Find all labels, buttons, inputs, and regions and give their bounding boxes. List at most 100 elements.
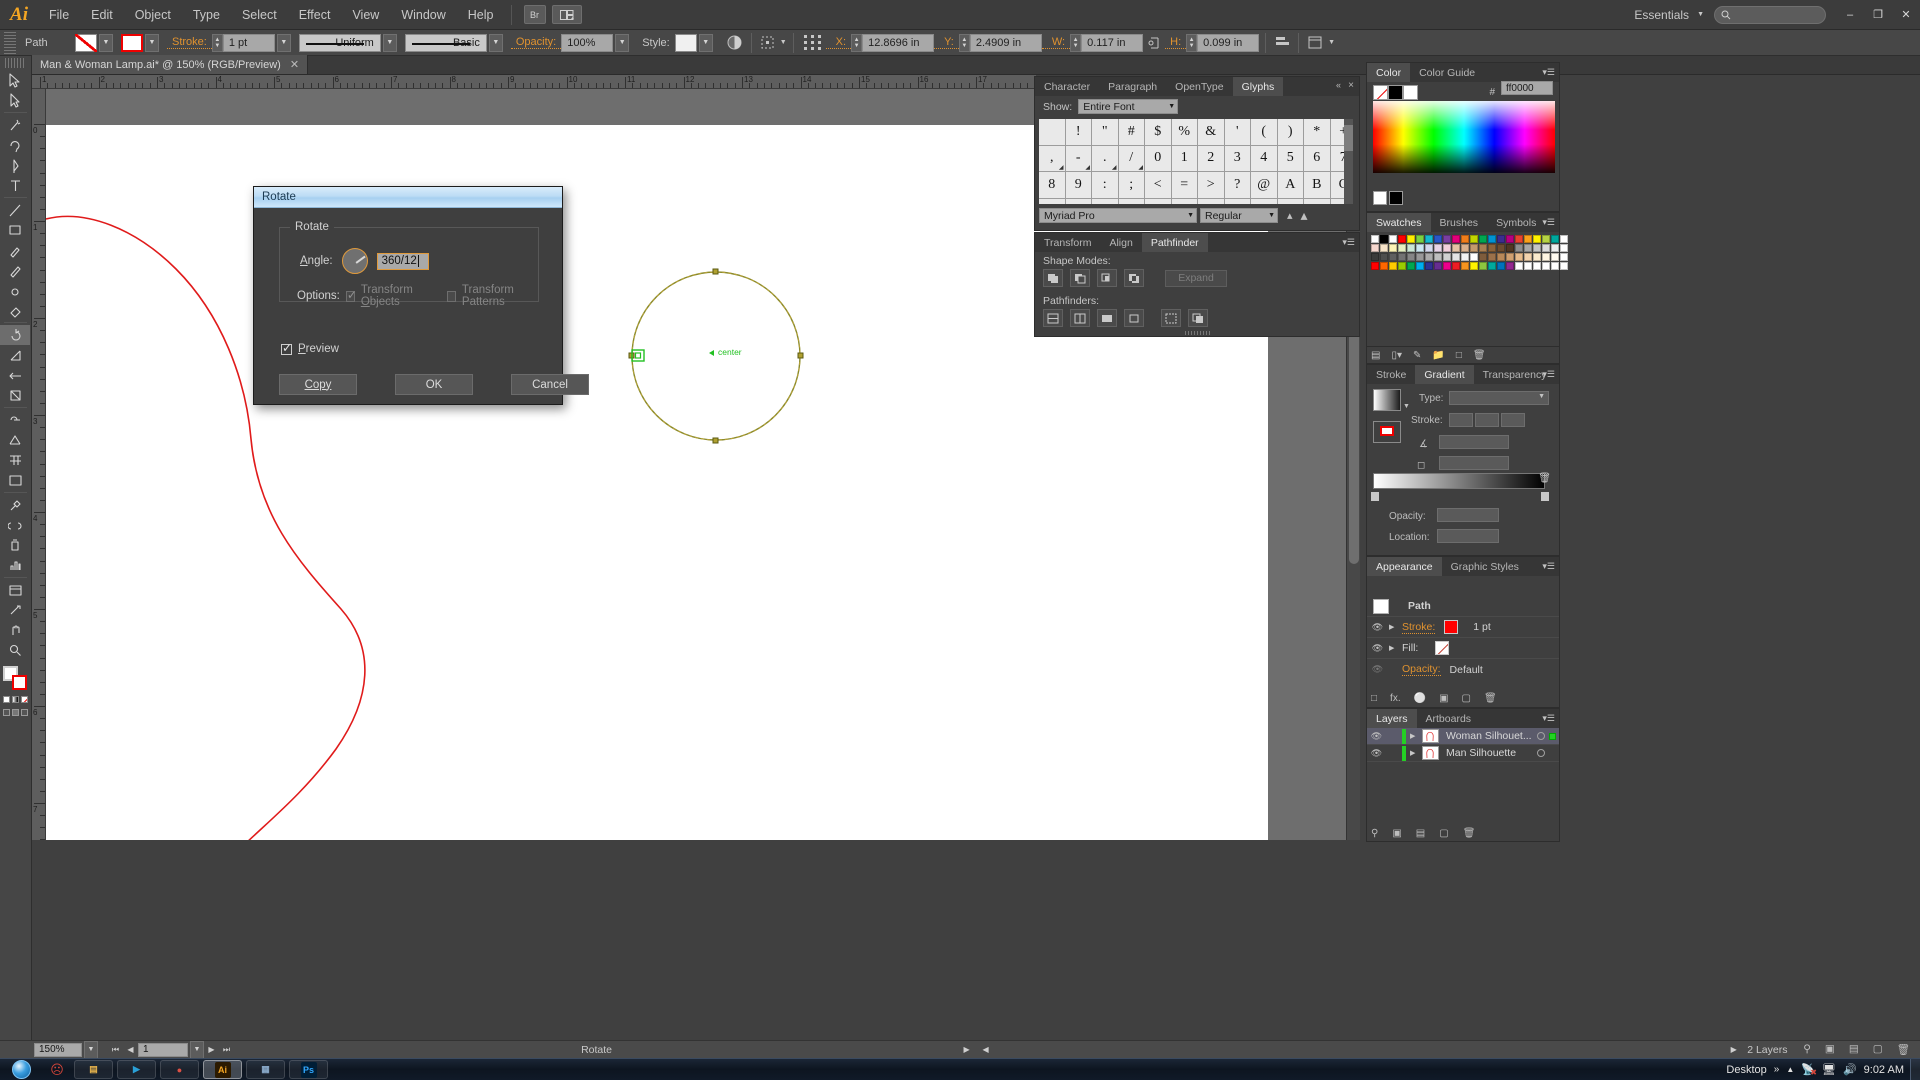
- close-icon[interactable]: ×: [1348, 80, 1354, 91]
- tab-color[interactable]: Color: [1367, 63, 1411, 82]
- chevron-down-icon[interactable]: ▼: [1697, 11, 1704, 18]
- gradient-opacity-input[interactable]: [1437, 508, 1499, 522]
- stroke-dropdown-icon[interactable]: ▼: [145, 33, 159, 52]
- color-fill-swatch[interactable]: [1388, 85, 1403, 100]
- locate-object-icon[interactable]: ⚲: [1803, 1043, 1811, 1056]
- duplicate-item-icon[interactable]: ▣: [1439, 693, 1448, 704]
- taskbar-adobe-photoshop[interactable]: Ps: [289, 1060, 328, 1079]
- fill-color-swatch[interactable]: [1435, 641, 1450, 655]
- column-graph-tool[interactable]: [0, 555, 30, 575]
- y-field[interactable]: 2.4909 in: [969, 33, 1042, 52]
- menu-effect[interactable]: Effect: [288, 0, 342, 30]
- swatch[interactable]: [1371, 262, 1379, 270]
- appearance-opacity-row[interactable]: 👁 Opacity: Default: [1367, 659, 1559, 680]
- swatches-grid[interactable]: [1371, 235, 1568, 270]
- swatch[interactable]: [1461, 244, 1469, 252]
- swatch[interactable]: [1470, 253, 1478, 261]
- previous-artboard-button[interactable]: ◀: [123, 1043, 138, 1057]
- glyph-cell[interactable]: N: [1304, 198, 1330, 204]
- expand-triangle-icon[interactable]: ▶: [1389, 623, 1397, 631]
- glyph-cell[interactable]: L: [1251, 198, 1277, 204]
- stroke-weight-field[interactable]: 1 pt: [222, 33, 275, 52]
- divide-icon[interactable]: [1043, 309, 1063, 327]
- intersect-icon[interactable]: [1097, 269, 1117, 287]
- first-artboard-button[interactable]: ⏮: [108, 1043, 123, 1057]
- status-menu-icon[interactable]: ▶: [959, 1043, 974, 1057]
- swatch[interactable]: [1524, 262, 1532, 270]
- glyph-cell[interactable]: I: [1171, 198, 1197, 204]
- glyph-cell[interactable]: 0: [1145, 145, 1171, 171]
- menu-edit[interactable]: Edit: [80, 0, 124, 30]
- minus-back-icon[interactable]: [1188, 309, 1208, 327]
- stroke-gradient-within-icon[interactable]: [1449, 413, 1473, 427]
- swatch[interactable]: [1551, 235, 1559, 243]
- ok-button[interactable]: OK: [395, 374, 473, 395]
- layer-row[interactable]: 👁 ▶ Man Silhouette: [1367, 745, 1559, 762]
- next-artboard-button[interactable]: ▶: [204, 1043, 219, 1057]
- glyph-cell[interactable]: &: [1198, 119, 1224, 145]
- preview-checkbox[interactable]: [281, 341, 292, 355]
- tab-color-guide[interactable]: Color Guide: [1410, 63, 1484, 82]
- circle-shape[interactable]: [631, 271, 801, 441]
- brush-dropdown-icon[interactable]: ▼: [488, 33, 503, 52]
- glyph-cell[interactable]: D: [1039, 198, 1065, 204]
- rotate-dialog-titlebar[interactable]: Rotate: [254, 187, 562, 208]
- new-art-icon[interactable]: ▢: [1462, 693, 1471, 704]
- swatch[interactable]: [1479, 235, 1487, 243]
- panel-menu-icon[interactable]: ▾☰: [1342, 237, 1355, 248]
- swatch[interactable]: [1380, 244, 1388, 252]
- network-icon[interactable]: 📡 ✖: [1801, 1063, 1817, 1077]
- font-style-select[interactable]: Regular ▼: [1200, 208, 1278, 223]
- swatch[interactable]: [1434, 244, 1442, 252]
- swatch[interactable]: [1506, 244, 1514, 252]
- gradient-stop-start[interactable]: [1371, 492, 1379, 501]
- gradient-slider[interactable]: [1373, 473, 1545, 489]
- zoom-level-field[interactable]: 150%: [34, 1042, 82, 1057]
- crop-icon[interactable]: [1124, 309, 1144, 327]
- swatch[interactable]: [1488, 262, 1496, 270]
- graphic-style-swatch[interactable]: [674, 33, 697, 52]
- add-new-stroke-icon[interactable]: □: [1371, 693, 1377, 704]
- create-layer-icon[interactable]: ▢: [1439, 828, 1448, 839]
- swatch[interactable]: [1488, 244, 1496, 252]
- swatch[interactable]: [1479, 262, 1487, 270]
- swatch[interactable]: [1416, 235, 1424, 243]
- swatch[interactable]: [1434, 253, 1442, 261]
- tab-opentype[interactable]: OpenType: [1166, 77, 1232, 96]
- gradient-tool[interactable]: [0, 470, 30, 490]
- swatch[interactable]: [1515, 244, 1523, 252]
- swatch[interactable]: [1371, 253, 1379, 261]
- swatch[interactable]: [1542, 235, 1550, 243]
- swatch[interactable]: [1416, 253, 1424, 261]
- expand-triangle-icon[interactable]: ▶: [1389, 644, 1397, 652]
- document-tab[interactable]: Man & Woman Lamp.ai* @ 150% (RGB/Preview…: [32, 55, 309, 74]
- show-hidden-icons-icon[interactable]: ▲: [1786, 1065, 1794, 1074]
- gradient-stop-end[interactable]: [1541, 492, 1549, 501]
- swatch[interactable]: [1389, 262, 1397, 270]
- glyph-cell[interactable]: ): [1277, 119, 1303, 145]
- swatch[interactable]: [1488, 235, 1496, 243]
- swatch[interactable]: [1551, 262, 1559, 270]
- tab-glyphs[interactable]: Glyphs: [1232, 77, 1284, 96]
- swatch[interactable]: [1398, 244, 1406, 252]
- eraser-tool[interactable]: [0, 300, 30, 320]
- create-sublayer-icon[interactable]: ▤: [1416, 828, 1425, 839]
- stroke-weight-label[interactable]: Stroke:: [167, 36, 212, 49]
- expand-button[interactable]: Expand: [1165, 269, 1227, 287]
- glyph-alternates-icon[interactable]: ◢: [1112, 164, 1117, 171]
- fill-label[interactable]: Fill:: [1402, 642, 1418, 654]
- visibility-icon[interactable]: 👁: [1371, 664, 1384, 675]
- swatch[interactable]: [1551, 244, 1559, 252]
- layer-target-icon[interactable]: [1537, 732, 1545, 740]
- stroke-gradient-along-icon[interactable]: [1475, 413, 1499, 427]
- swatch[interactable]: [1452, 253, 1460, 261]
- swatch[interactable]: [1443, 244, 1451, 252]
- swatch[interactable]: [1506, 253, 1514, 261]
- swatch[interactable]: [1407, 262, 1415, 270]
- layer-target-icon[interactable]: [1537, 749, 1545, 757]
- document-setup-icon[interactable]: [1305, 33, 1325, 53]
- swatch[interactable]: [1524, 235, 1532, 243]
- swatch[interactable]: [1425, 235, 1433, 243]
- delete-gradient-stop-icon[interactable]: 🗑: [1538, 473, 1551, 484]
- gradient-preview[interactable]: [1373, 389, 1401, 411]
